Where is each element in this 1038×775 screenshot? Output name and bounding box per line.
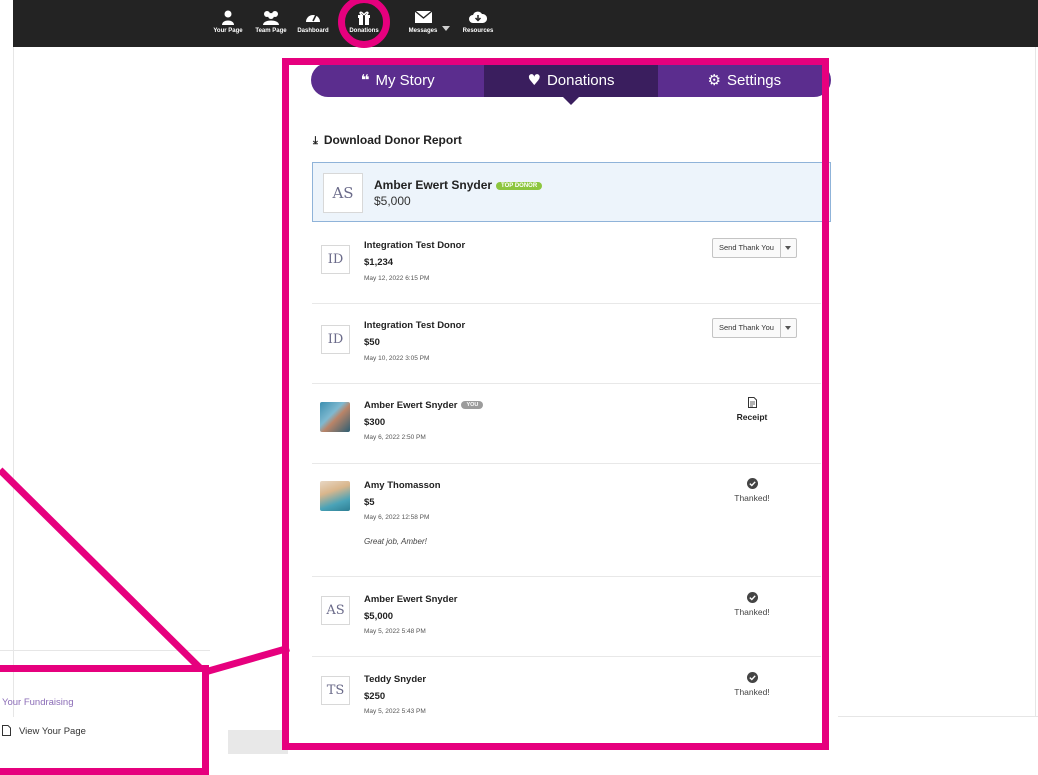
highlight-box xyxy=(0,665,209,775)
highlight-box xyxy=(282,58,829,750)
